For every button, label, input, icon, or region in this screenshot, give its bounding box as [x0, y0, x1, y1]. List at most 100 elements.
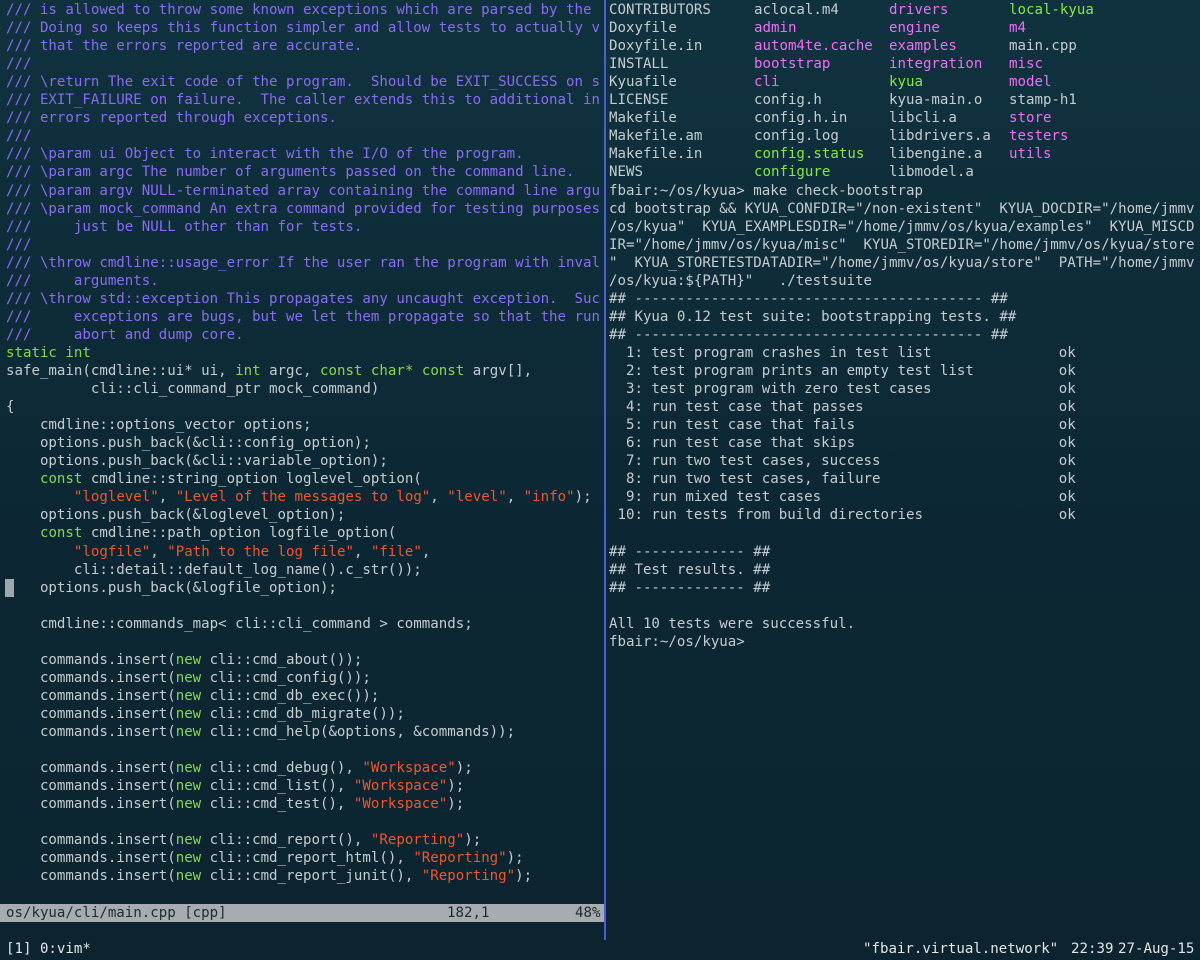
code-line[interactable]: options.push_back(&cli::config_option);	[6, 434, 371, 452]
code-token: ,	[430, 489, 448, 506]
shell-terminal-pane[interactable]: CONTRIBUTORS aclocal.m4 drivers local-kyua D…	[608, 0, 1200, 922]
directory-entry: drivers	[889, 2, 949, 18]
code-token: /// Doing so keeps this function simpler…	[6, 20, 600, 37]
code-line[interactable]: /// \param ui Object to interact with th…	[6, 145, 524, 163]
code-line[interactable]: /// exceptions are bugs, but we let them…	[6, 308, 600, 326]
code-token: cmdline::string_option loglevel_option(	[82, 471, 422, 488]
terminal-output-line: /os/kyua:${PATH}" ./testsuite	[609, 272, 873, 289]
code-line[interactable]: commands.insert(new cli::cmd_help(&optio…	[6, 723, 515, 741]
code-line[interactable]: const cmdline::string_option loglevel_op…	[6, 470, 422, 488]
code-token: );	[515, 868, 533, 885]
code-line[interactable]: commands.insert(new cli::cmd_db_exec());	[6, 687, 379, 705]
code-token: const	[421, 363, 465, 379]
code-line[interactable]: static int	[6, 344, 91, 362]
code-token: argv[],	[464, 363, 533, 379]
code-line[interactable]: /// arguments.	[6, 272, 159, 290]
vim-editor-pane[interactable]: /// is allowed to throw some known excep…	[0, 0, 604, 922]
directory-entry: misc	[1009, 56, 1043, 73]
code-line[interactable]: commands.insert(new cli::cmd_test(), "Wo…	[6, 795, 464, 813]
code-token: new	[175, 760, 202, 777]
code-token: commands.insert(	[6, 778, 176, 795]
directory-entry: testers	[1009, 128, 1069, 145]
code-token: /// \return The exit code of the program…	[6, 74, 600, 91]
code-token: "level"	[447, 489, 507, 506]
code-token: options.push_back(&cli::config_option);	[6, 435, 371, 452]
code-line[interactable]: commands.insert(new cli::cmd_db_migrate(…	[6, 705, 405, 723]
code-line[interactable]: /// that the errors reported are accurat…	[6, 37, 362, 55]
shell-prompt[interactable]: fbair:~/os/kyua>	[609, 633, 745, 651]
terminal-output-line: ## Test results. ##	[609, 561, 771, 578]
code-token: new	[175, 705, 202, 722]
code-line[interactable]: const cmdline::path_option logfile_optio…	[6, 524, 396, 542]
code-token: new	[175, 687, 202, 704]
code-token: commands.insert(	[6, 669, 176, 686]
code-line[interactable]: options.push_back(&loglevel_option);	[6, 506, 345, 524]
code-line[interactable]: ///	[6, 236, 31, 254]
code-token: argc,	[260, 363, 320, 379]
code-token: cli::cli_command_ptr mock_command)	[6, 381, 380, 398]
code-token: "Reporting"	[413, 850, 507, 867]
code-token: );	[574, 489, 592, 506]
code-line[interactable]: ///	[6, 55, 31, 73]
terminal-output-line: 10: run tests from build directories ok	[609, 507, 1076, 524]
code-token: /// \param mock_command An extra command…	[6, 200, 600, 217]
code-line[interactable]: cmdline::options_vector options;	[6, 416, 312, 434]
code-line[interactable]: ///	[6, 127, 31, 145]
code-line[interactable]: commands.insert(new cli::cmd_debug(), "W…	[6, 759, 473, 777]
code-line[interactable]: /// \return The exit code of the program…	[6, 73, 600, 91]
code-line[interactable]: /// \param argc The number of arguments …	[6, 163, 575, 181]
tmux-status-bar: [1] 0:vim* "fbair.virtual.network" 22:39…	[0, 940, 1200, 960]
terminal-output-line: ## ------------- ##	[609, 543, 771, 560]
code-line[interactable]: commands.insert(new cli::cmd_report(), "…	[6, 831, 481, 849]
code-line[interactable]: commands.insert(new cli::cmd_about());	[6, 651, 362, 669]
statusline-filename: os/kyua/cli/main.cpp [cpp]	[6, 905, 227, 921]
tmux-date: 27-Aug-15	[1118, 941, 1195, 957]
code-token: options.push_back(&logfile_option);	[6, 579, 337, 596]
code-token: cli::cmd_help(&options, &commands));	[201, 724, 516, 740]
code-token: new	[175, 850, 202, 867]
code-line[interactable]: cli::cli_command_ptr mock_command)	[6, 380, 380, 398]
code-line[interactable]: /// is allowed to throw some known excep…	[6, 1, 591, 19]
code-line[interactable]: /// just be NULL other than for tests.	[6, 218, 362, 236]
code-line[interactable]: /// \throw std::exception This propagate…	[6, 290, 600, 308]
code-line[interactable]: /// Doing so keeps this function simpler…	[6, 19, 600, 37]
code-line[interactable]: commands.insert(new cli::cmd_report_juni…	[6, 867, 532, 885]
code-line[interactable]: {	[6, 398, 15, 416]
terminal-output-line: ## -------------------------------------…	[609, 326, 1008, 343]
code-line[interactable]: /// errors reported through exceptions.	[6, 109, 337, 127]
code-line[interactable]: /// EXIT_FAILURE on failure. The caller …	[6, 91, 600, 109]
code-line[interactable]: options.push_back(&cli::variable_option)…	[6, 452, 388, 470]
code-token: ,	[158, 489, 176, 506]
code-line[interactable]: options.push_back(&logfile_option);	[6, 579, 337, 597]
file-entry: aclocal.m4	[754, 2, 839, 18]
pane-divider[interactable]	[604, 0, 606, 940]
file-entry: Makefile.in	[609, 146, 703, 163]
code-token: cmdline::path_option logfile_option(	[82, 525, 397, 542]
code-line[interactable]: commands.insert(new cli::cmd_report_html…	[6, 849, 524, 867]
code-token: ///	[6, 128, 32, 145]
tmux-clock: 22:39	[1071, 941, 1114, 957]
file-entry: config.log	[754, 128, 839, 145]
code-line[interactable]: /// \param argv NULL-terminated array co…	[6, 182, 600, 200]
code-line[interactable]: /// \throw cmdline::usage_error If the u…	[6, 254, 600, 272]
code-token: commands.insert(	[6, 760, 176, 777]
directory-entry: examples	[889, 38, 957, 55]
code-token: commands.insert(	[6, 832, 176, 849]
code-line[interactable]: commands.insert(new cli::cmd_list(), "Wo…	[6, 777, 464, 795]
code-token: cli::cmd_db_migrate());	[201, 705, 405, 722]
code-line[interactable]: cmdline::commands_map< cli::cli_command …	[6, 615, 473, 633]
code-line[interactable]: /// \param mock_command An extra command…	[6, 200, 600, 218]
code-line[interactable]: cli::detail::default_log_name().c_str())…	[6, 561, 422, 579]
code-token: cli::cmd_report(),	[201, 832, 371, 849]
code-line[interactable]: "loglevel", "Level of the messages to lo…	[6, 488, 592, 506]
code-line[interactable]: safe_main(cmdline::ui* ui, int argc, con…	[6, 362, 532, 380]
code-token: ,	[421, 543, 431, 560]
code-token: "logfile"	[73, 543, 151, 560]
code-line[interactable]: commands.insert(new cli::cmd_config());	[6, 669, 371, 687]
code-line[interactable]: /// abort and dump core.	[6, 326, 244, 344]
code-token: /// that the errors reported are accurat…	[6, 38, 363, 55]
code-token: cli::cmd_report_html(),	[201, 850, 414, 867]
tmux-window-indicator[interactable]: [1] 0:vim*	[6, 940, 91, 958]
code-line[interactable]: "logfile", "Path to the log file", "file…	[6, 543, 430, 561]
terminal-output-line: ## ------------- ##	[609, 579, 771, 596]
